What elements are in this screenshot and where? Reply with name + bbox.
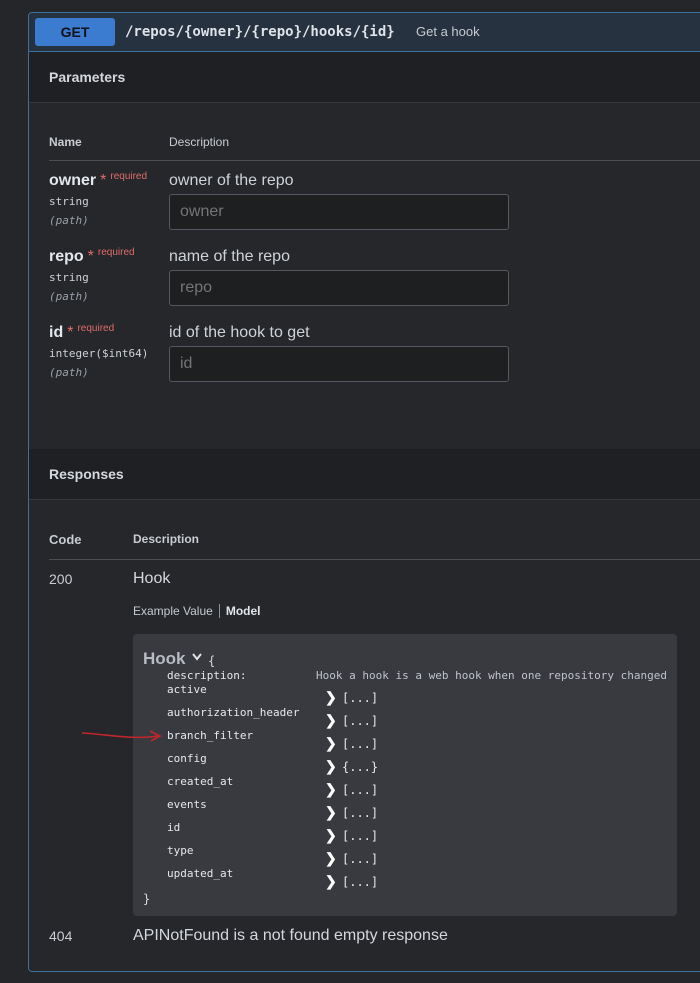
prop-updated-at: updated_at [167,867,234,880]
param-in-owner: (path) [49,214,89,227]
prop-type-type[interactable]: [...] [342,852,378,866]
params-col-name: Name [49,135,82,149]
param-name-id: id * required [49,323,115,341]
model-title[interactable]: Hook [143,649,186,669]
owner-input[interactable] [169,194,509,230]
response-code-200: 200 [49,571,73,587]
prop-type-config[interactable]: {...} [342,760,378,774]
prop-type-updated-at[interactable]: [...] [342,875,378,889]
chevron-right-icon[interactable]: ❯ [325,781,337,798]
prop-config: config [167,752,207,765]
prop-type-events[interactable]: [...] [342,806,378,820]
chevron-down-icon[interactable] [191,652,203,662]
tab-model[interactable]: Model [226,604,261,618]
responses-col-code: Code [49,532,82,547]
operation-path: /repos/{owner}/{repo}/hooks/{id} [125,24,395,40]
prop-id: id [167,821,181,834]
operation-summary-text: Get a hook [416,24,480,39]
params-col-description: Description [169,135,230,149]
model-description-key: description: [167,669,247,682]
response-desc-200: Hook [133,570,171,587]
responses-divider [49,559,700,560]
prop-active: active [167,683,207,696]
response-desc-404: APINotFound is a not found empty respons… [133,927,448,944]
chevron-right-icon[interactable]: ❯ [325,827,337,844]
tab-separator [218,604,220,618]
param-name-repo: repo * required [49,247,135,265]
responses-header: Responses [29,449,700,500]
param-in-repo: (path) [49,290,89,303]
prop-type-created-at[interactable]: [...] [342,783,378,797]
id-input[interactable] [169,346,509,382]
prop-type-authorization-header[interactable]: [...] [342,714,378,728]
param-type-repo: string [49,271,89,284]
param-name-owner: owner * required [49,171,148,189]
parameters-header: Parameters [29,52,700,103]
operation-summary[interactable]: GET /repos/{owner}/{repo}/hooks/{id} Get… [29,13,700,52]
tab-example-value[interactable]: Example Value [133,604,213,618]
chevron-right-icon[interactable]: ❯ [325,758,337,775]
param-desc-id: id of the hook to get [169,324,310,341]
prop-branch-filter: branch_filter [167,729,254,742]
chevron-right-icon[interactable]: ❯ [325,735,337,752]
param-type-id: integer($int64) [49,347,149,360]
responses-col-description: Description [133,532,200,546]
response-tabs: Example Value Model [133,604,261,618]
prop-events: events [167,798,207,811]
param-type-owner: string [49,195,89,208]
prop-type: type [167,844,194,857]
chevron-right-icon[interactable]: ❯ [325,712,337,729]
prop-type-branch-filter[interactable]: [...] [342,737,378,751]
prop-authorization-header: authorization_header [167,706,300,719]
model-description-value: Hook a hook is a web hook when one repos… [316,669,667,682]
parameters-title: Parameters [49,69,126,85]
param-desc-owner: owner of the repo [169,172,294,189]
chevron-right-icon[interactable]: ❯ [325,804,337,821]
model-close-brace: } [143,892,151,906]
prop-created-at: created_at [167,775,234,788]
model-open-brace: { [208,654,216,668]
param-in-id: (path) [49,366,89,379]
chevron-right-icon[interactable]: ❯ [325,689,337,706]
response-code-404: 404 [49,928,73,944]
model-box: Hook { description: Hook a hook is a web… [133,634,677,916]
chevron-right-icon[interactable]: ❯ [325,873,337,890]
operation-block: GET /repos/{owner}/{repo}/hooks/{id} Get… [28,12,700,972]
params-divider [49,160,700,161]
prop-type-id[interactable]: [...] [342,829,378,843]
param-desc-repo: name of the repo [169,248,290,265]
prop-type-active[interactable]: [...] [342,691,378,705]
responses-title: Responses [49,466,124,482]
chevron-right-icon[interactable]: ❯ [325,850,337,867]
repo-input[interactable] [169,270,509,306]
method-badge: GET [35,18,115,46]
